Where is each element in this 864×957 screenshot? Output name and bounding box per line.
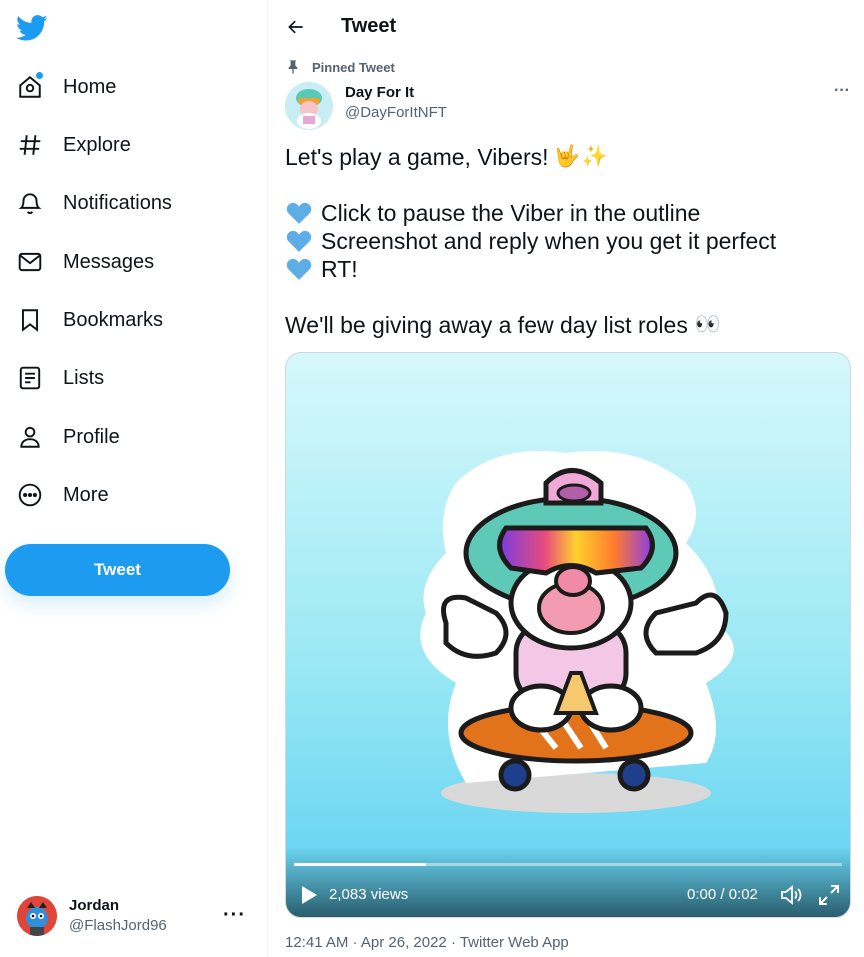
sidebar-item-label: Messages [63, 250, 155, 273]
main-column: Tweet Pinned Tweet Day For It @DayForItN… [269, 0, 864, 957]
account-name: Jordan [69, 897, 120, 914]
video-time: 0:00 / 0:02 [687, 886, 758, 903]
tweet-text-line: Let's play a game, Vibers! 🤟 ✨ [285, 143, 850, 171]
pinned-indicator: Pinned Tweet [285, 59, 395, 75]
tweet-text-line: We'll be giving away a few day list role… [285, 311, 850, 339]
page-title: Tweet [341, 15, 397, 37]
video-views: 2,083 views [329, 886, 409, 903]
sidebar-item-label: Home [63, 75, 117, 98]
ellipsis-icon[interactable]: ··· [223, 904, 246, 927]
person-icon [6, 413, 54, 461]
account-text: Jordan @FlashJord96 [69, 896, 167, 936]
avatar [17, 896, 57, 936]
back-button[interactable] [279, 10, 313, 44]
video-player[interactable]: 2,083 views 0:00 / 0:02 [285, 352, 851, 918]
pinned-label: Pinned Tweet [312, 59, 395, 75]
hashtag-icon [6, 121, 54, 169]
envelope-icon [6, 238, 54, 286]
sidebar-item-label: Bookmarks [63, 308, 164, 331]
tweet-bullet: Click to pause the Viber in the outline [285, 199, 850, 227]
author-name[interactable]: Day For It [345, 84, 414, 101]
play-button[interactable] [300, 885, 318, 905]
volume-icon [781, 885, 802, 905]
volume-button[interactable] [780, 884, 804, 906]
twitter-bird-icon[interactable] [16, 12, 48, 44]
account-switcher[interactable]: Jordan @FlashJord96 ··· [8, 884, 256, 948]
video-progress-fill [294, 863, 426, 866]
sidebar-item-more[interactable]: More [6, 470, 246, 520]
sidebar: Home Explore Notifications Messages Book… [0, 0, 268, 957]
tweet-text-line1: Let's play a game, Vibers! [285, 144, 549, 170]
video-controls-overlay [286, 847, 850, 917]
author-handle[interactable]: @DayForItNFT [345, 104, 447, 121]
tweet-bullet-text: Click to pause the Viber in the outline [321, 200, 701, 226]
account-handle: @FlashJord96 [69, 917, 167, 934]
sidebar-item-notifications[interactable]: Notifications [6, 178, 246, 228]
blue-heart-emoji [286, 258, 312, 280]
sidebar-item-explore[interactable]: Explore [6, 120, 246, 170]
pin-icon [288, 60, 298, 74]
author-avatar[interactable] [285, 82, 333, 130]
sidebar-item-messages[interactable]: Messages [6, 237, 246, 287]
sidebar-item-label: Notifications [63, 191, 172, 214]
blue-heart-emoji [286, 230, 312, 252]
tweet-bullet-text: RT! [321, 256, 358, 282]
ellipsis-icon[interactable]: ··· [829, 80, 855, 106]
page-header: Tweet [269, 0, 864, 54]
arrow-left-icon [288, 20, 303, 34]
sidebar-item-label: Profile [63, 425, 120, 448]
sidebar-item-label: Explore [63, 133, 131, 156]
tweet-button[interactable]: Tweet [5, 544, 230, 596]
home-icon [6, 63, 54, 111]
eyes-emoji: 👀 [694, 313, 721, 336]
sidebar-item-bookmarks[interactable]: Bookmarks [6, 295, 246, 345]
video-frame-character-illustration [420, 451, 734, 813]
tweet-text: Let's play a game, Vibers! 🤟 ✨ Click to … [285, 143, 850, 339]
fullscreen-button[interactable] [818, 884, 840, 906]
more-circle-icon [6, 471, 54, 519]
sidebar-item-label: Lists [63, 366, 105, 389]
play-icon [302, 886, 317, 904]
sidebar-item-profile[interactable]: Profile [6, 412, 246, 462]
sparkles-emoji: ✨ [581, 145, 608, 168]
video-progress-bar[interactable] [294, 863, 842, 866]
tweet-text-last-line: We'll be giving away a few day list role… [285, 312, 688, 338]
sign-of-horns-emoji: 🤟 [553, 145, 580, 168]
sidebar-item-home[interactable]: Home [6, 62, 246, 112]
list-icon [6, 354, 54, 402]
bookmark-icon [6, 296, 54, 344]
tweet-timestamp[interactable]: 12:41 AM · Apr 26, 2022 · Twitter Web Ap… [285, 934, 569, 951]
tweet-bullet: RT! [285, 255, 850, 283]
sidebar-item-label: More [63, 483, 109, 506]
notification-dot [36, 72, 43, 79]
blue-heart-emoji [286, 202, 312, 224]
sidebar-item-lists[interactable]: Lists [6, 353, 246, 403]
bell-icon [6, 179, 54, 227]
tweet-bullet: Screenshot and reply when you get it per… [285, 227, 850, 255]
fullscreen-icon [819, 885, 839, 905]
tweet-bullet-text: Screenshot and reply when you get it per… [321, 228, 777, 254]
